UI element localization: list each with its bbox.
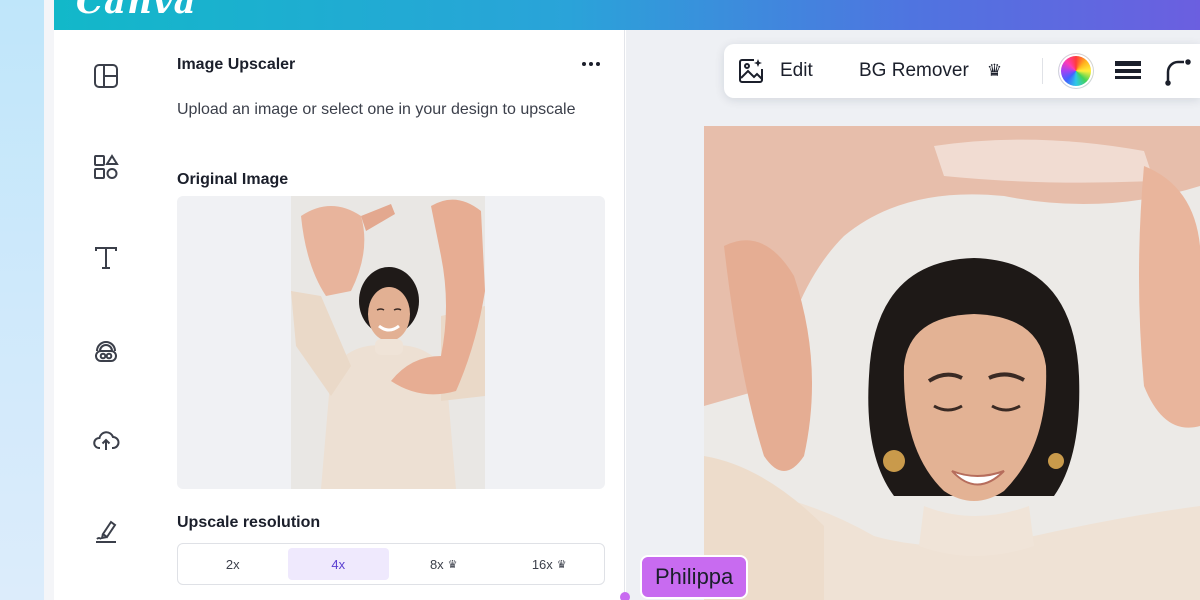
- crown-icon: ♛: [986, 61, 1003, 80]
- panel-description: Upload an image or select one in your de…: [177, 101, 576, 118]
- color-picker-button[interactable]: [1059, 44, 1093, 98]
- resolution-option-label: 8x: [429, 556, 444, 572]
- crown-icon: ♛: [447, 558, 458, 571]
- resolution-option-label: 2x: [225, 556, 240, 572]
- canvas-image[interactable]: [704, 126, 1200, 600]
- draw-icon[interactable]: [90, 515, 122, 547]
- resolution-option-4x[interactable]: 4x: [287, 548, 389, 580]
- resolution-option-label: 4x: [331, 556, 346, 572]
- text-icon[interactable]: [90, 242, 122, 274]
- corner-rounding-button[interactable]: [1164, 44, 1194, 98]
- edit-button[interactable]: Edit: [736, 44, 813, 98]
- templates-icon[interactable]: [90, 60, 122, 92]
- more-dot: [582, 62, 586, 66]
- color-wheel-icon: [1059, 54, 1093, 88]
- brand-icon[interactable]: [90, 335, 122, 367]
- canva-logo[interactable]: Canva: [76, 0, 197, 22]
- panel-title: Image Upscaler: [177, 56, 296, 73]
- upscale-resolution-label: Upscale resolution: [177, 514, 321, 531]
- more-options-button[interactable]: [576, 50, 606, 78]
- upscale-resolution-selector: 2x 4x 8x ♛ 16x ♛: [177, 543, 605, 585]
- bg-remover-button[interactable]: BG Remover ♛: [859, 44, 1002, 98]
- app-header: Canva: [54, 0, 1200, 30]
- original-image-label: Original Image: [177, 171, 289, 188]
- resolution-option-label: 16x: [531, 556, 553, 572]
- resolution-option-8x[interactable]: 8x ♛: [393, 548, 495, 580]
- toolbar-divider: [1042, 58, 1043, 84]
- crown-icon: ♛: [556, 558, 567, 571]
- edit-image-icon: [739, 59, 763, 83]
- backdrop: [0, 0, 44, 600]
- border-style-button[interactable]: [1114, 44, 1142, 98]
- context-toolbar: Edit BG Remover ♛: [724, 44, 1200, 98]
- more-dot: [596, 62, 600, 66]
- collaborator-cursor: [620, 592, 630, 600]
- collaborator-name-tag: Philippa: [640, 555, 749, 599]
- original-image-thumbnail: [291, 196, 485, 489]
- edit-label: Edit: [780, 60, 813, 81]
- original-image-frame[interactable]: [177, 196, 605, 489]
- uploads-icon[interactable]: [90, 425, 122, 457]
- bg-remover-label: BG Remover: [859, 60, 969, 81]
- resolution-option-16x[interactable]: 16x ♛: [499, 548, 601, 580]
- resolution-option-2x[interactable]: 2x: [182, 548, 284, 580]
- icon-rail: [54, 30, 158, 600]
- border-weight-icon: [1115, 61, 1141, 79]
- corner-rounding-icon: [1165, 59, 1191, 86]
- more-dot: [589, 62, 593, 66]
- elements-icon[interactable]: [90, 151, 122, 183]
- image-upscaler-panel: Image Upscaler Upload an image or select…: [158, 30, 625, 600]
